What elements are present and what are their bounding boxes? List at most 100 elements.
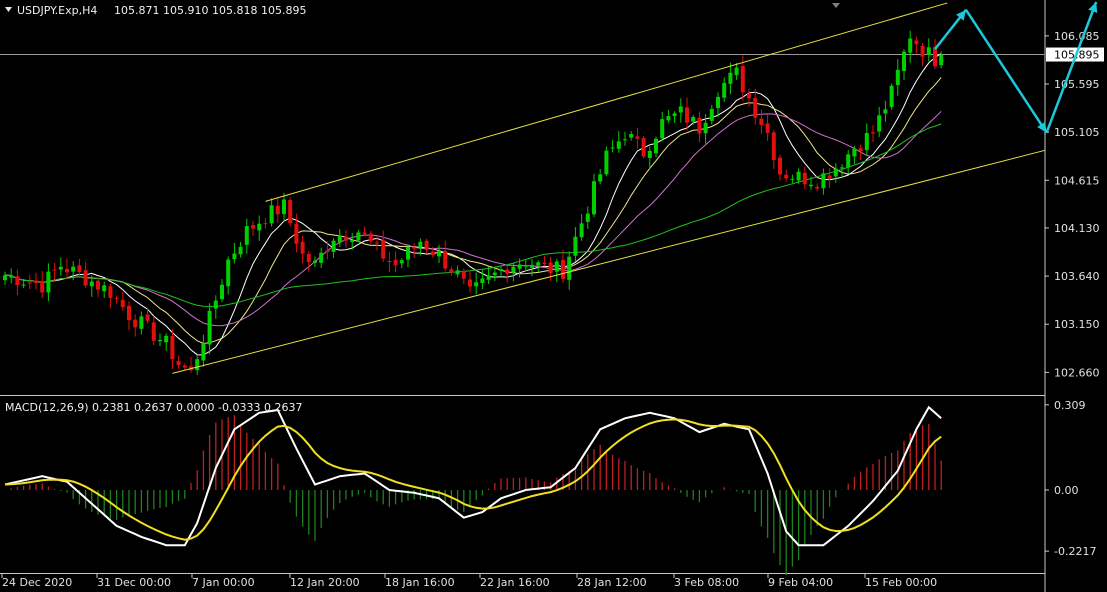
candle-body[interactable] [499,269,503,271]
candle-body[interactable] [120,299,125,308]
candle-body[interactable] [598,174,603,182]
candle-body[interactable] [139,316,144,329]
candle-body[interactable] [833,168,838,177]
candle-body[interactable] [790,178,795,180]
candle-body[interactable] [443,251,448,269]
candle-body[interactable] [641,137,646,157]
candle-body[interactable] [654,138,658,154]
candle-body[interactable] [430,251,435,256]
candle-body[interactable] [914,40,919,45]
candle-body[interactable] [176,361,181,365]
candle-body[interactable] [207,310,212,345]
candle-body[interactable] [858,148,863,152]
candle-body[interactable] [809,184,813,187]
candle-body[interactable] [492,272,497,276]
candle-body[interactable] [306,253,311,263]
candle-body[interactable] [765,123,770,133]
candle-body[interactable] [759,118,764,126]
candle-body[interactable] [660,119,665,139]
candle-body[interactable] [740,66,745,93]
candle-body[interactable] [368,233,373,242]
candle-body[interactable] [449,269,454,273]
candle-body[interactable] [257,223,262,231]
candle-body[interactable] [920,46,925,57]
candle-body[interactable] [517,264,522,269]
candle-body[interactable] [52,269,57,271]
candle-body[interactable] [678,106,683,113]
candle-body[interactable] [325,250,330,253]
candle-body[interactable] [34,280,38,284]
candle-body[interactable] [474,282,479,287]
candle-body[interactable] [114,297,119,299]
candle-body[interactable] [889,85,894,107]
candle-body[interactable] [939,54,944,66]
candle-body[interactable] [344,236,348,241]
candle-body[interactable] [145,314,150,321]
candle-body[interactable] [877,115,882,132]
candle-body[interactable] [300,241,305,254]
candle-body[interactable] [864,133,869,151]
candle-body[interactable] [102,285,107,292]
candle-body[interactable] [418,241,423,248]
candle-body[interactable] [585,213,590,222]
candle-body[interactable] [536,262,541,266]
candle-body[interactable] [226,259,231,287]
candle-body[interactable] [96,280,100,290]
candle-body[interactable] [691,116,696,122]
candle-body[interactable] [610,147,615,149]
candle-body[interactable] [27,282,32,284]
candle-body[interactable] [350,240,355,242]
candle-body[interactable] [716,96,720,109]
candle-body[interactable] [375,242,379,244]
candle-body[interactable] [362,232,367,235]
candle-body[interactable] [238,246,243,255]
candle-body[interactable] [424,240,429,250]
candle-body[interactable] [666,116,671,121]
candle-body[interactable] [77,265,82,273]
candle-body[interactable] [127,305,131,321]
candle-body[interactable] [623,139,627,141]
candle-body[interactable] [542,262,547,265]
candle-body[interactable] [734,67,739,76]
candle-body[interactable] [747,93,751,99]
candle-body[interactable] [437,251,441,257]
candle-body[interactable] [511,266,516,273]
candle-body[interactable] [412,247,417,249]
candle-body[interactable] [647,150,652,159]
candle-body[interactable] [3,275,7,281]
candle-body[interactable] [480,278,485,283]
candle-body[interactable] [251,225,255,229]
candle-body[interactable] [21,284,26,286]
candle-body[interactable] [387,260,392,262]
candle-body[interactable] [133,319,138,328]
candle-body[interactable] [294,223,299,244]
candle-body[interactable] [399,260,404,264]
candle-body[interactable] [15,276,20,286]
candle-body[interactable] [871,132,875,134]
candle-body[interactable] [220,284,224,300]
candle-body[interactable] [381,240,386,259]
candle-body[interactable] [263,223,268,225]
candle-body[interactable] [83,270,88,286]
candle-body[interactable] [282,199,286,215]
candle-body[interactable] [616,141,621,149]
candle-body[interactable] [672,113,677,117]
candle-body[interactable] [883,109,888,114]
candle-body[interactable] [722,82,727,98]
candle-body[interactable] [244,226,249,245]
candle-body[interactable] [685,107,689,123]
candle-body[interactable] [40,280,45,293]
candle-body[interactable] [895,69,900,86]
candle-body[interactable] [821,173,826,189]
candle-body[interactable] [393,259,398,266]
candle-body[interactable] [567,256,572,280]
candle-body[interactable] [592,181,596,215]
candle-body[interactable] [275,205,280,215]
candle-body[interactable] [331,240,336,252]
candle-body[interactable] [356,232,361,241]
candle-body[interactable] [213,300,218,309]
candle-body[interactable] [926,47,931,56]
candle-body[interactable] [108,286,113,298]
candle-body[interactable] [455,270,460,275]
candle-body[interactable] [46,271,51,293]
